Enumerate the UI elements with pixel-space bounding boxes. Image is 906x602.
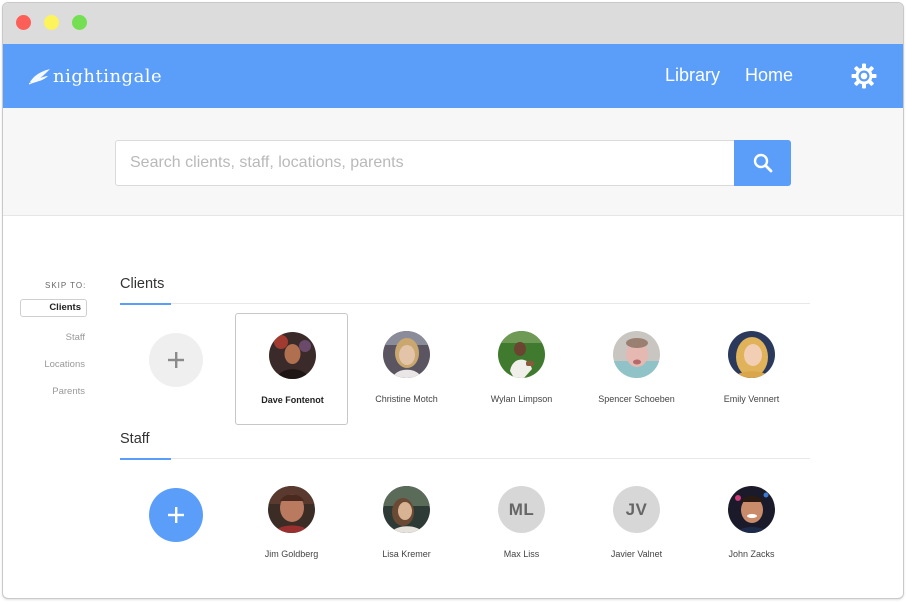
close-window-button[interactable] — [16, 15, 31, 30]
client-name: Dave Fontenot — [261, 395, 324, 405]
staff-card[interactable]: Lisa Kremer — [350, 468, 463, 580]
clients-section-title: Clients — [120, 276, 165, 292]
staff-avatar — [268, 486, 315, 533]
skip-item-staff[interactable]: Staff — [66, 332, 85, 343]
staff-name: Max Liss — [503, 549, 540, 559]
clients-title-underline — [120, 303, 171, 305]
client-name: Emily Vennert — [723, 394, 780, 404]
staff-name: John Zacks — [728, 549, 775, 559]
search-area — [3, 108, 903, 216]
client-avatar — [383, 331, 430, 378]
staff-name: Javier Valnet — [610, 549, 663, 559]
settings-gear-icon[interactable] — [851, 63, 877, 89]
staff-initials-avatar: JV — [613, 486, 660, 533]
client-card[interactable]: Spencer Schoeben — [580, 313, 693, 425]
top-navbar: nightingale Library Home — [3, 44, 903, 108]
skip-item-clients[interactable]: Clients — [20, 299, 87, 317]
staff-avatar — [728, 486, 775, 533]
app-window: nightingale Library Home Search clients,… — [2, 2, 904, 599]
client-avatar — [498, 331, 545, 378]
add-client-button[interactable] — [149, 333, 203, 387]
clients-divider — [120, 303, 810, 304]
skip-item-locations[interactable]: Locations — [44, 359, 85, 370]
client-card[interactable]: Dave Fontenot — [235, 313, 348, 425]
staff-title-underline — [120, 458, 171, 460]
plus-icon — [168, 352, 184, 368]
brand-name: nightingale — [53, 65, 163, 87]
minimize-window-button[interactable] — [44, 15, 59, 30]
search-input[interactable] — [115, 140, 735, 186]
search-icon — [753, 153, 772, 173]
client-card[interactable]: Emily Vennert — [695, 313, 808, 425]
bird-logo-icon — [29, 69, 50, 85]
client-avatar — [728, 331, 775, 378]
staff-section-title: Staff — [120, 431, 150, 447]
staff-card[interactable]: ML Max Liss — [465, 468, 578, 580]
skip-item-parents[interactable]: Parents — [52, 386, 85, 397]
staff-name: Jim Goldberg — [264, 549, 319, 559]
staff-card[interactable]: JV Javier Valnet — [580, 468, 693, 580]
staff-card[interactable]: Jim Goldberg — [235, 468, 348, 580]
add-staff-button[interactable] — [149, 488, 203, 542]
title-bar — [3, 3, 903, 44]
client-name: Spencer Schoeben — [598, 394, 675, 404]
brand-logo[interactable]: nightingale — [29, 64, 162, 88]
client-avatar — [269, 332, 316, 379]
plus-icon — [168, 507, 184, 523]
client-name: Wylan Limpson — [490, 394, 553, 404]
staff-initials-avatar: ML — [498, 486, 545, 533]
staff-card[interactable]: John Zacks — [695, 468, 808, 580]
client-name: Christine Motch — [375, 394, 438, 404]
nav-library-link[interactable]: Library — [665, 65, 720, 86]
client-avatar — [613, 331, 660, 378]
client-card[interactable]: Christine Motch — [350, 313, 463, 425]
staff-divider — [120, 458, 810, 459]
search-button[interactable] — [734, 140, 791, 186]
skip-to-label: SKIP TO: — [45, 281, 87, 290]
client-card[interactable]: Wylan Limpson — [465, 313, 578, 425]
staff-name: Lisa Kremer — [382, 549, 431, 559]
maximize-window-button[interactable] — [72, 15, 87, 30]
nav-home-link[interactable]: Home — [745, 65, 793, 86]
staff-avatar — [383, 486, 430, 533]
